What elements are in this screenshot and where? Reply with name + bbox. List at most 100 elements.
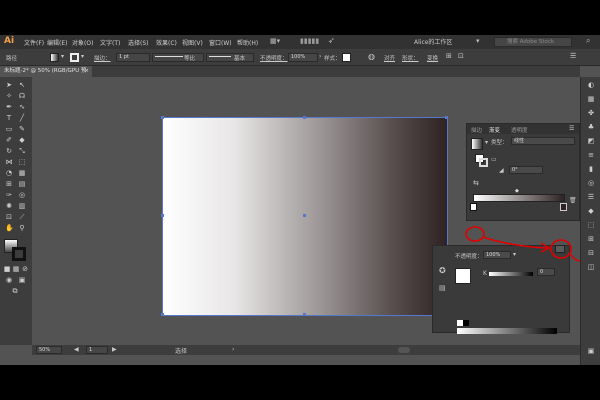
- tab-stroke[interactable]: 描边: [471, 126, 482, 134]
- artboard-tool-icon[interactable]: ⊡: [5, 213, 13, 221]
- stroke-label[interactable]: 描边：: [94, 54, 111, 62]
- swatch-library-icon[interactable]: ▤: [439, 284, 446, 292]
- arrange-icon[interactable]: ▦▾: [270, 37, 280, 45]
- stroke-swatch[interactable]: [70, 53, 79, 62]
- pen-tool-icon[interactable]: ✒: [5, 103, 13, 111]
- scale-tool-icon[interactable]: ⤡: [18, 147, 26, 155]
- trash-icon[interactable]: 🗑: [569, 197, 577, 204]
- tab-transparency[interactable]: 透明度: [511, 126, 528, 134]
- gradient-angle-field[interactable]: 0°: [509, 166, 543, 174]
- graphic-styles-icon[interactable]: ◩: [587, 137, 595, 145]
- shape-builder-icon[interactable]: ◔: [5, 169, 13, 177]
- none-mode-icon[interactable]: ⊘: [21, 265, 29, 273]
- brushes-panel-icon[interactable]: ✤: [587, 109, 595, 117]
- anchor-point[interactable]: [445, 116, 448, 119]
- brush-dropdown[interactable]: [206, 53, 254, 62]
- stroke-panel-icon[interactable]: ≡: [587, 151, 595, 159]
- screen-mode-icon[interactable]: ▣: [18, 276, 26, 284]
- hand-tool-icon[interactable]: ✋: [5, 224, 14, 232]
- anchor-point[interactable]: [161, 313, 164, 316]
- symbols-panel-icon[interactable]: ♣: [587, 123, 595, 131]
- horizontal-scrollbar-thumb[interactable]: [398, 347, 410, 353]
- anchor-point[interactable]: [303, 313, 306, 316]
- gradient-mode-icon[interactable]: ▦: [12, 265, 20, 273]
- prev-artboard-icon[interactable]: ◀: [74, 346, 79, 353]
- transform-label[interactable]: 变换: [427, 54, 438, 62]
- paintbrush-tool-icon[interactable]: ✐: [5, 136, 13, 144]
- center-point[interactable]: [303, 214, 306, 217]
- chevron-down-icon[interactable]: ▾: [81, 53, 84, 60]
- mesh-tool-icon[interactable]: ⊞: [5, 180, 13, 188]
- recolor-icon[interactable]: ◍: [368, 52, 375, 61]
- add-swatch-button[interactable]: [555, 245, 565, 253]
- stroke-gradient-icon[interactable]: ▭: [491, 156, 497, 163]
- magic-wand-icon[interactable]: ✧: [5, 92, 13, 100]
- draw-mode-icon[interactable]: ◉: [5, 276, 13, 284]
- menu-select[interactable]: 选择(S): [128, 38, 149, 47]
- direct-selection-tool-icon[interactable]: ↖: [18, 81, 26, 89]
- opacity-field[interactable]: 100%: [288, 53, 318, 62]
- style-swatch[interactable]: [342, 53, 351, 62]
- artboards-panel-icon[interactable]: ⬚: [587, 221, 595, 229]
- free-transform-icon[interactable]: ⬚: [18, 158, 26, 166]
- menu-view[interactable]: 视图(V): [182, 38, 203, 47]
- curvature-tool-icon[interactable]: ∿: [18, 103, 26, 111]
- swatches-panel-icon[interactable]: ▦: [587, 95, 595, 103]
- gradient-slider[interactable]: [473, 194, 565, 202]
- gpu-rocket-icon[interactable]: ➶: [328, 36, 335, 45]
- stroke-weight-field[interactable]: 1 pt: [116, 53, 150, 62]
- color-panel-icon[interactable]: ◐: [587, 81, 595, 89]
- column-graph-icon[interactable]: ▥: [18, 202, 26, 210]
- fill-swatch[interactable]: [50, 53, 59, 62]
- stroke-indicator[interactable]: [479, 158, 488, 167]
- stroke-color-swatch[interactable]: [12, 247, 26, 261]
- anchor-point[interactable]: [161, 116, 164, 119]
- zoom-field[interactable]: 50%: [36, 346, 62, 354]
- color-mode-icon[interactable]: ■: [3, 265, 11, 273]
- chevron-down-icon[interactable]: ▾: [61, 53, 64, 60]
- appearance-panel-icon[interactable]: ☰: [587, 193, 595, 201]
- gradient-panel-icon[interactable]: ▮: [587, 165, 595, 173]
- align-label[interactable]: 对齐: [384, 54, 395, 62]
- gradient-preview-swatch[interactable]: [471, 138, 483, 150]
- anchor-point[interactable]: [303, 116, 306, 119]
- slice-tool-icon[interactable]: ⟋: [18, 213, 26, 221]
- black-swatch[interactable]: [463, 320, 469, 326]
- close-icon[interactable]: ×: [84, 66, 89, 77]
- workspace-switcher[interactable]: Alice的工作区: [414, 37, 474, 47]
- stock-search-input[interactable]: 搜索 Adobe Stock: [494, 37, 572, 47]
- menu-effect[interactable]: 效果(C): [156, 38, 177, 47]
- gradient-stop-start[interactable]: [470, 203, 477, 211]
- line-tool-icon[interactable]: ╱: [18, 114, 26, 122]
- next-artboard-icon[interactable]: ▶: [112, 346, 117, 353]
- gradient-type-dropdown[interactable]: 线性: [511, 137, 575, 145]
- gradient-midpoint[interactable]: ◆: [515, 188, 519, 194]
- chevron-down-icon[interactable]: ▾: [485, 139, 488, 146]
- transform-grid-icon[interactable]: ⊡: [458, 52, 464, 60]
- eyedropper-icon[interactable]: ✑: [5, 191, 13, 199]
- symbol-sprayer-icon[interactable]: ✺: [5, 202, 13, 210]
- blend-tool-icon[interactable]: ◎: [18, 191, 26, 199]
- eraser-tool-icon[interactable]: ◆: [18, 136, 26, 144]
- menu-object[interactable]: 对象(O): [72, 38, 93, 47]
- type-tool-icon[interactable]: T: [5, 114, 13, 122]
- perspective-grid-icon[interactable]: ▦: [18, 169, 26, 177]
- pencil-tool-icon[interactable]: ✎: [18, 125, 26, 133]
- transform-panel-icon[interactable]: ⊞: [587, 235, 595, 243]
- chevron-right-icon[interactable]: ›: [232, 346, 234, 353]
- menu-window[interactable]: 窗口(W): [209, 38, 232, 47]
- opacity-label[interactable]: 不透明度：: [260, 54, 288, 62]
- menu-file[interactable]: 文件(F): [24, 38, 44, 47]
- rotate-tool-icon[interactable]: ↻: [5, 147, 13, 155]
- panel-menu-icon[interactable]: ☰: [569, 125, 574, 132]
- document-tab[interactable]: 未标题-2* @ 50% (RGB/GPU 预览) ×: [0, 66, 92, 85]
- transparency-panel-icon[interactable]: ◎: [587, 179, 595, 187]
- gradient-tool-icon[interactable]: ▤: [18, 180, 26, 188]
- color-picker-icon[interactable]: ✪: [439, 266, 446, 275]
- tab-gradient[interactable]: 渐变: [489, 126, 500, 134]
- artboard-number-field[interactable]: 1: [86, 346, 108, 354]
- lasso-icon[interactable]: ☊: [18, 92, 26, 100]
- pathfinder-panel-icon[interactable]: ◫: [587, 263, 595, 271]
- shape-label[interactable]: 形状：: [402, 54, 419, 62]
- zoom-tool-icon[interactable]: ⚲: [18, 224, 26, 232]
